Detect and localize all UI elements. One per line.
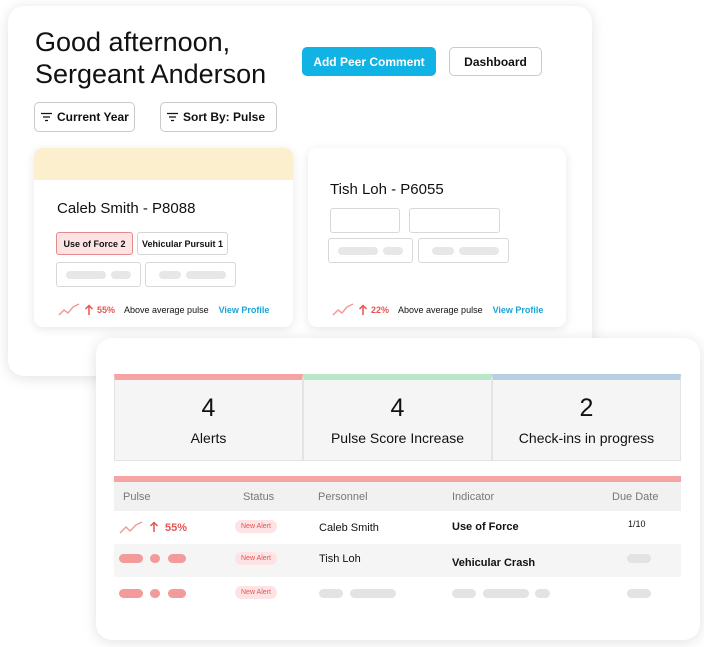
- placeholder-pill: [383, 247, 403, 255]
- view-profile-link[interactable]: View Profile: [219, 305, 270, 315]
- tag-use-of-force[interactable]: Use of Force 2: [56, 232, 133, 255]
- column-header-status[interactable]: Status: [243, 491, 274, 503]
- pulse-metric: 55% Above average pulse View Profile: [58, 303, 269, 317]
- indicator-name: Use of Force: [452, 521, 519, 533]
- placeholder-pill: [483, 589, 529, 598]
- stats-summary: 4 Alerts 4 Pulse Score Increase 2 Check-…: [114, 374, 681, 461]
- alerts-panel: 4 Alerts 4 Pulse Score Increase 2 Check-…: [96, 338, 700, 640]
- stat-label: Pulse Score Increase: [330, 430, 465, 446]
- arrow-up-icon: [84, 304, 94, 315]
- dashboard-button[interactable]: Dashboard: [449, 47, 542, 76]
- table-row[interactable]: New Alert: [114, 577, 681, 610]
- personnel-card-title: Tish Loh - P6055: [330, 181, 444, 198]
- greeting-heading: Good afternoon, Sergeant Anderson: [35, 26, 266, 90]
- placeholder-pill: [432, 247, 454, 255]
- placeholder-pill: [150, 554, 160, 563]
- sort-by-filter[interactable]: Sort By: Pulse: [160, 102, 277, 132]
- indicator-name: Vehicular Crash: [452, 557, 536, 569]
- placeholder-tag: [330, 208, 400, 233]
- placeholder-pill: [150, 589, 160, 598]
- due-date: 1/10: [628, 519, 646, 529]
- placeholder-pill: [627, 554, 651, 563]
- placeholder-tag: [418, 238, 509, 263]
- current-year-filter[interactable]: Current Year: [34, 102, 135, 132]
- stat-label: Check-ins in progress: [518, 430, 655, 446]
- placeholder-pill: [319, 589, 343, 598]
- alerts-table: Pulse Status Personnel Indicator Due Dat…: [114, 476, 681, 610]
- table-row[interactable]: 55% New Alert Caleb Smith Use of Force 1…: [114, 511, 681, 544]
- stat-value: 4: [201, 394, 216, 422]
- pulse-description: Above average pulse: [398, 305, 483, 315]
- placeholder-pill: [159, 271, 181, 279]
- stat-value: 2: [579, 394, 594, 422]
- pulse-description: Above average pulse: [124, 305, 209, 315]
- placeholder-pill: [627, 589, 651, 598]
- status-badge: New Alert: [235, 552, 277, 565]
- arrow-up-icon: [149, 521, 159, 532]
- pulse-percentage: 55%: [97, 305, 116, 315]
- column-header-pulse[interactable]: Pulse: [123, 491, 151, 503]
- placeholder-pill: [119, 589, 143, 598]
- column-header-due-date[interactable]: Due Date: [612, 491, 658, 503]
- pulse-percentage: 22%: [371, 305, 390, 315]
- stat-value: 4: [390, 394, 405, 422]
- view-profile-link[interactable]: View Profile: [493, 305, 544, 315]
- placeholder-pill: [338, 247, 378, 255]
- table-header: Pulse Status Personnel Indicator Due Dat…: [114, 482, 681, 511]
- status-badge: New Alert: [235, 520, 277, 533]
- placeholder-pill: [186, 271, 226, 279]
- current-year-filter-label: Current Year: [57, 110, 129, 124]
- placeholder-pill: [459, 247, 499, 255]
- placeholder-tag: [56, 262, 141, 287]
- filter-icon: [41, 112, 52, 122]
- filter-icon: [167, 112, 178, 122]
- placeholder-pill: [452, 589, 476, 598]
- placeholder-pill: [66, 271, 106, 279]
- add-peer-comment-button[interactable]: Add Peer Comment: [302, 47, 436, 76]
- dashboard-panel: Good afternoon, Sergeant Anderson Add Pe…: [8, 6, 592, 376]
- stat-check-ins[interactable]: 2 Check-ins in progress: [492, 374, 681, 461]
- trend-line-icon: [119, 521, 143, 534]
- personnel-card-title: Caleb Smith - P8088: [57, 200, 196, 217]
- tag-vehicular-pursuit[interactable]: Vehicular Pursuit 1: [137, 232, 228, 255]
- placeholder-pill: [111, 271, 131, 279]
- personnel-name: Tish Loh: [319, 553, 361, 565]
- placeholder-pill: [119, 554, 143, 563]
- sort-by-filter-label: Sort By: Pulse: [183, 110, 266, 124]
- personnel-name: Caleb Smith: [319, 522, 379, 534]
- placeholder-pill: [168, 589, 186, 598]
- personnel-card[interactable]: Caleb Smith - P8088 Use of Force 2 Vehic…: [34, 148, 293, 327]
- card-highlight-band: [34, 148, 293, 180]
- arrow-up-icon: [358, 304, 368, 315]
- pulse-percentage: 55%: [165, 522, 188, 534]
- stat-pulse-score-increase[interactable]: 4 Pulse Score Increase: [303, 374, 492, 461]
- placeholder-tag: [409, 208, 500, 233]
- stat-label: Alerts: [190, 430, 227, 446]
- status-badge: New Alert: [235, 586, 277, 599]
- placeholder-pill: [168, 554, 186, 563]
- stat-alerts[interactable]: 4 Alerts: [114, 374, 303, 461]
- greeting-line-1: Good afternoon,: [35, 27, 231, 57]
- table-row[interactable]: New Alert Tish Loh Vehicular Crash: [114, 544, 681, 577]
- placeholder-tag: [328, 238, 413, 263]
- placeholder-pill: [350, 589, 396, 598]
- greeting-line-2: Sergeant Anderson: [35, 59, 267, 89]
- personnel-card[interactable]: Tish Loh - P6055 22% Above average pulse…: [308, 148, 566, 327]
- column-header-indicator[interactable]: Indicator: [452, 491, 494, 503]
- placeholder-tag: [145, 262, 236, 287]
- trend-line-icon: [332, 303, 354, 316]
- pulse-metric: 22% Above average pulse View Profile: [332, 303, 543, 317]
- column-header-personnel[interactable]: Personnel: [318, 491, 368, 503]
- trend-line-icon: [58, 303, 80, 316]
- placeholder-pill: [535, 589, 550, 598]
